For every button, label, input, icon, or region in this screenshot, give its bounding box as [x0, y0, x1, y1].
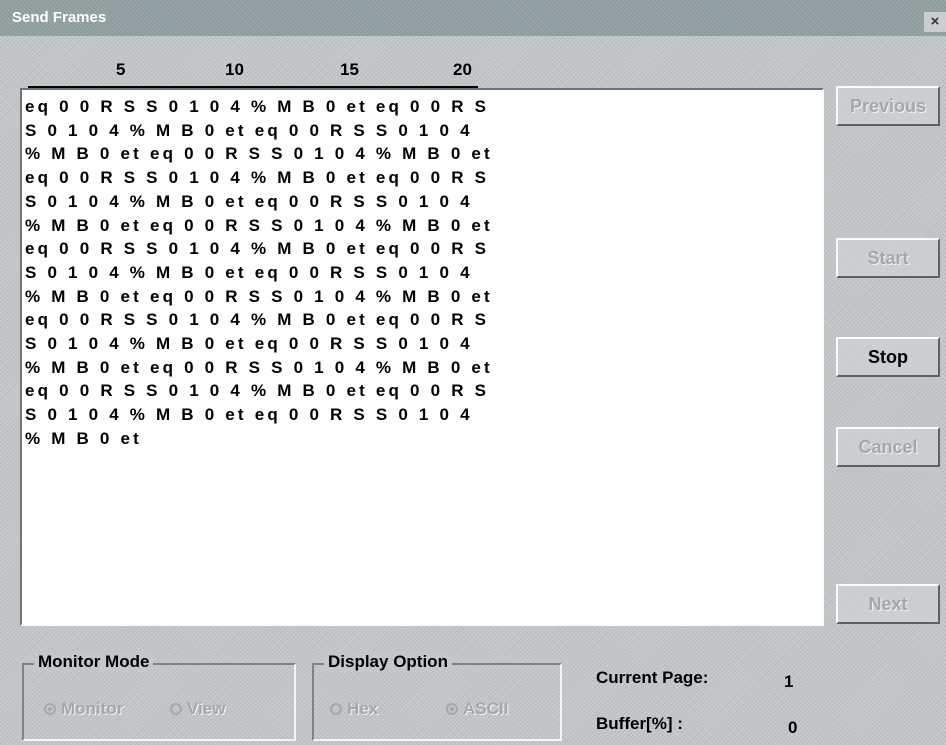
text-line: S 0 1 0 4 % M B 0 et eq 0 0 R S S 0 1 0 … [25, 191, 473, 211]
text-line: eq 0 0 R S S 0 1 0 4 % M B 0 et eq 0 0 R… [25, 381, 490, 401]
hex-radio-label: Hex [347, 699, 379, 718]
title-bar: Send Frames × [0, 0, 946, 36]
radio-unchecked-icon [170, 703, 182, 715]
radio-checked-icon [446, 703, 458, 715]
text-line: S 0 1 0 4 % M B 0 et eq 0 0 R S S 0 1 0 … [25, 120, 473, 140]
window-title: Send Frames [12, 9, 107, 26]
text-line: eq 0 0 R S S 0 1 0 4 % M B 0 et eq 0 0 R… [25, 239, 490, 259]
view-radio-label: View [187, 699, 226, 718]
close-button[interactable]: × [924, 12, 946, 32]
hex-radio[interactable]: Hex [330, 699, 378, 719]
ruler-tick-label: 20 [453, 60, 472, 79]
monitor-mode-group: Monitor Mode Monitor View [22, 652, 296, 741]
text-line: % M B 0 et eq 0 0 R S S 0 1 0 4 % M B 0 … [25, 286, 493, 306]
stop-button[interactable]: Stop [836, 337, 940, 377]
monitor-radio[interactable]: Monitor [44, 699, 123, 719]
text-line: S 0 1 0 4 % M B 0 et eq 0 0 R S S 0 1 0 … [25, 334, 473, 354]
text-line: eq 0 0 R S S 0 1 0 4 % M B 0 et eq 0 0 R… [25, 168, 490, 188]
current-page-value: 1 [784, 672, 794, 691]
monitor-radio-label: Monitor [61, 699, 124, 718]
text-line: % M B 0 et [25, 428, 143, 448]
ruler-tick-label: 5 [116, 60, 126, 79]
radio-unchecked-icon [330, 703, 342, 715]
ruler-tick-label: 10 [225, 60, 244, 79]
buffer-value: 0 [788, 718, 798, 737]
display-option-title: Display Option [324, 652, 452, 672]
ascii-radio[interactable]: ASCII [446, 699, 508, 719]
text-line: % M B 0 et eq 0 0 R S S 0 1 0 4 % M B 0 … [25, 357, 493, 377]
radio-checked-icon [44, 703, 56, 715]
ascii-radio-label: ASCII [463, 699, 509, 718]
frame-text-area[interactable]: eq 0 0 R S S 0 1 0 4 % M B 0 et eq 0 0 R… [20, 88, 824, 626]
text-line: eq 0 0 R S S 0 1 0 4 % M B 0 et eq 0 0 R… [25, 310, 490, 330]
text-line: % M B 0 et eq 0 0 R S S 0 1 0 4 % M B 0 … [25, 215, 493, 235]
previous-button[interactable]: Previous [836, 86, 940, 126]
ruler-tick-label: 15 [340, 60, 359, 79]
text-line: S 0 1 0 4 % M B 0 et eq 0 0 R S S 0 1 0 … [25, 262, 473, 282]
text-line: S 0 1 0 4 % M B 0 et eq 0 0 R S S 0 1 0 … [25, 405, 473, 425]
text-line: % M B 0 et eq 0 0 R S S 0 1 0 4 % M B 0 … [25, 144, 493, 164]
text-line: eq 0 0 R S S 0 1 0 4 % M B 0 et eq 0 0 R… [25, 97, 490, 116]
monitor-mode-title: Monitor Mode [34, 652, 154, 672]
next-button[interactable]: Next [836, 584, 940, 624]
column-ruler: 5 10 15 20 [28, 60, 478, 88]
display-option-group: Display Option Hex ASCII [312, 652, 562, 741]
current-page-label: Current Page: [596, 668, 709, 687]
buffer-label: Buffer[%] : [596, 714, 683, 733]
start-button[interactable]: Start [836, 238, 940, 278]
cancel-button[interactable]: Cancel [836, 427, 940, 467]
view-radio[interactable]: View [170, 699, 225, 719]
